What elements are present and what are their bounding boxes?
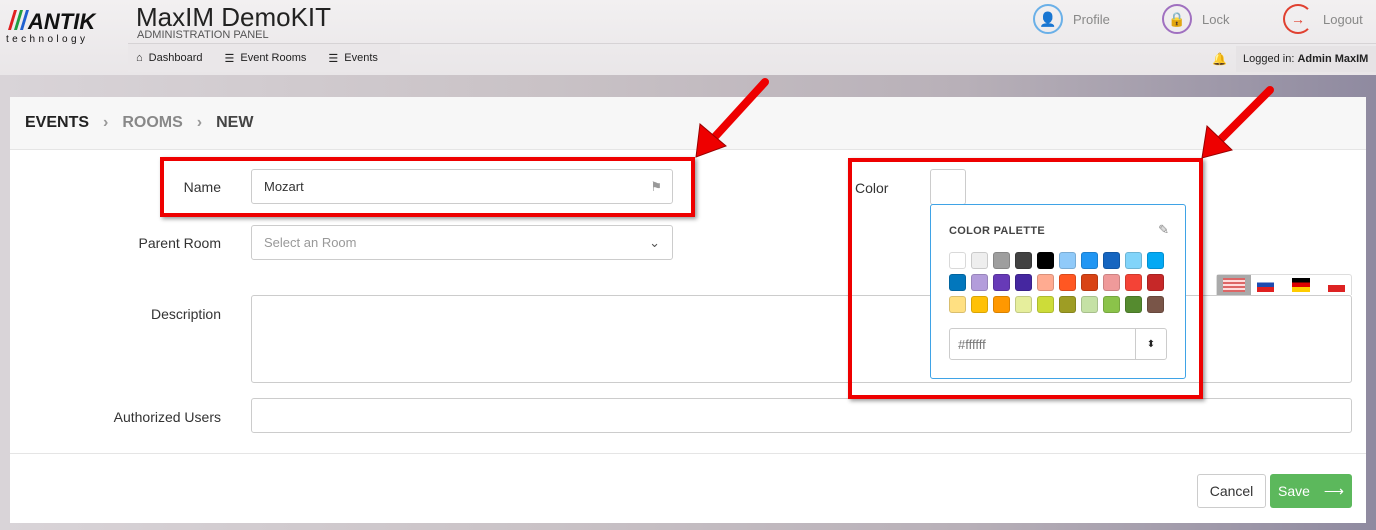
arrow-to-name bbox=[695, 78, 769, 158]
arrow-to-color bbox=[1201, 86, 1274, 159]
annotation-arrows bbox=[695, 78, 1274, 159]
